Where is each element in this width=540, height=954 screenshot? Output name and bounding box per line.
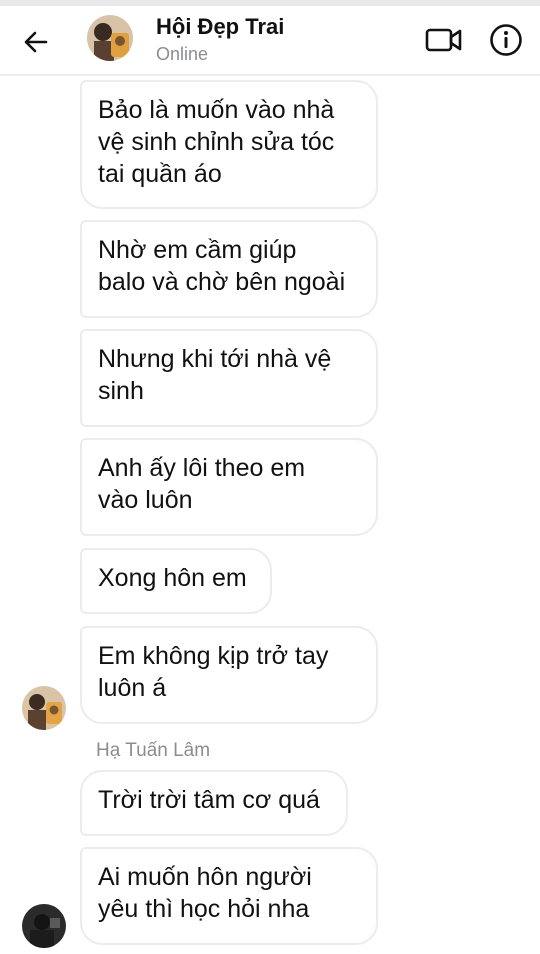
message-bubble[interactable]: Em không kịp trở tay luôn á [80, 626, 378, 724]
online-status: Online [156, 44, 209, 64]
video-camera-icon [425, 28, 462, 52]
message-bubble[interactable]: Nhờ em cầm giúp balo và chờ bên ngoài [80, 220, 378, 318]
message-bubble[interactable]: Nhưng khi tới nhà vệ sinh [80, 329, 378, 427]
sender-name-label: Hạ Tuấn Lâm [96, 740, 211, 761]
message-bubble[interactable]: Xong hôn em [80, 548, 272, 614]
sender-avatar[interactable] [22, 686, 66, 730]
back-button[interactable] [16, 22, 56, 62]
message-bubble[interactable]: Trời trời tâm cơ quá [80, 770, 348, 836]
message-bubble[interactable]: Anh ấy lôi theo em vào luôn [80, 438, 378, 536]
info-icon [490, 24, 522, 56]
video-call-button[interactable] [424, 20, 464, 60]
message-bubble[interactable]: Bảo là muốn vào nhà vệ sinh chỉnh sửa tó… [80, 80, 378, 209]
info-button[interactable] [486, 20, 526, 60]
message-bubble[interactable]: Ai muốn hôn người yêu thì học hỏi nha [80, 847, 378, 945]
group-avatar[interactable] [87, 15, 133, 61]
chat-header: Hội Đẹp Trai Online [0, 6, 540, 76]
chat-title: Hội Đẹp Trai [156, 14, 285, 39]
arrow-left-icon [24, 31, 48, 53]
sender-avatar[interactable] [22, 904, 66, 948]
chat-screen: Hội Đẹp Trai Online Bảo là muốn vào nhà … [0, 0, 540, 954]
